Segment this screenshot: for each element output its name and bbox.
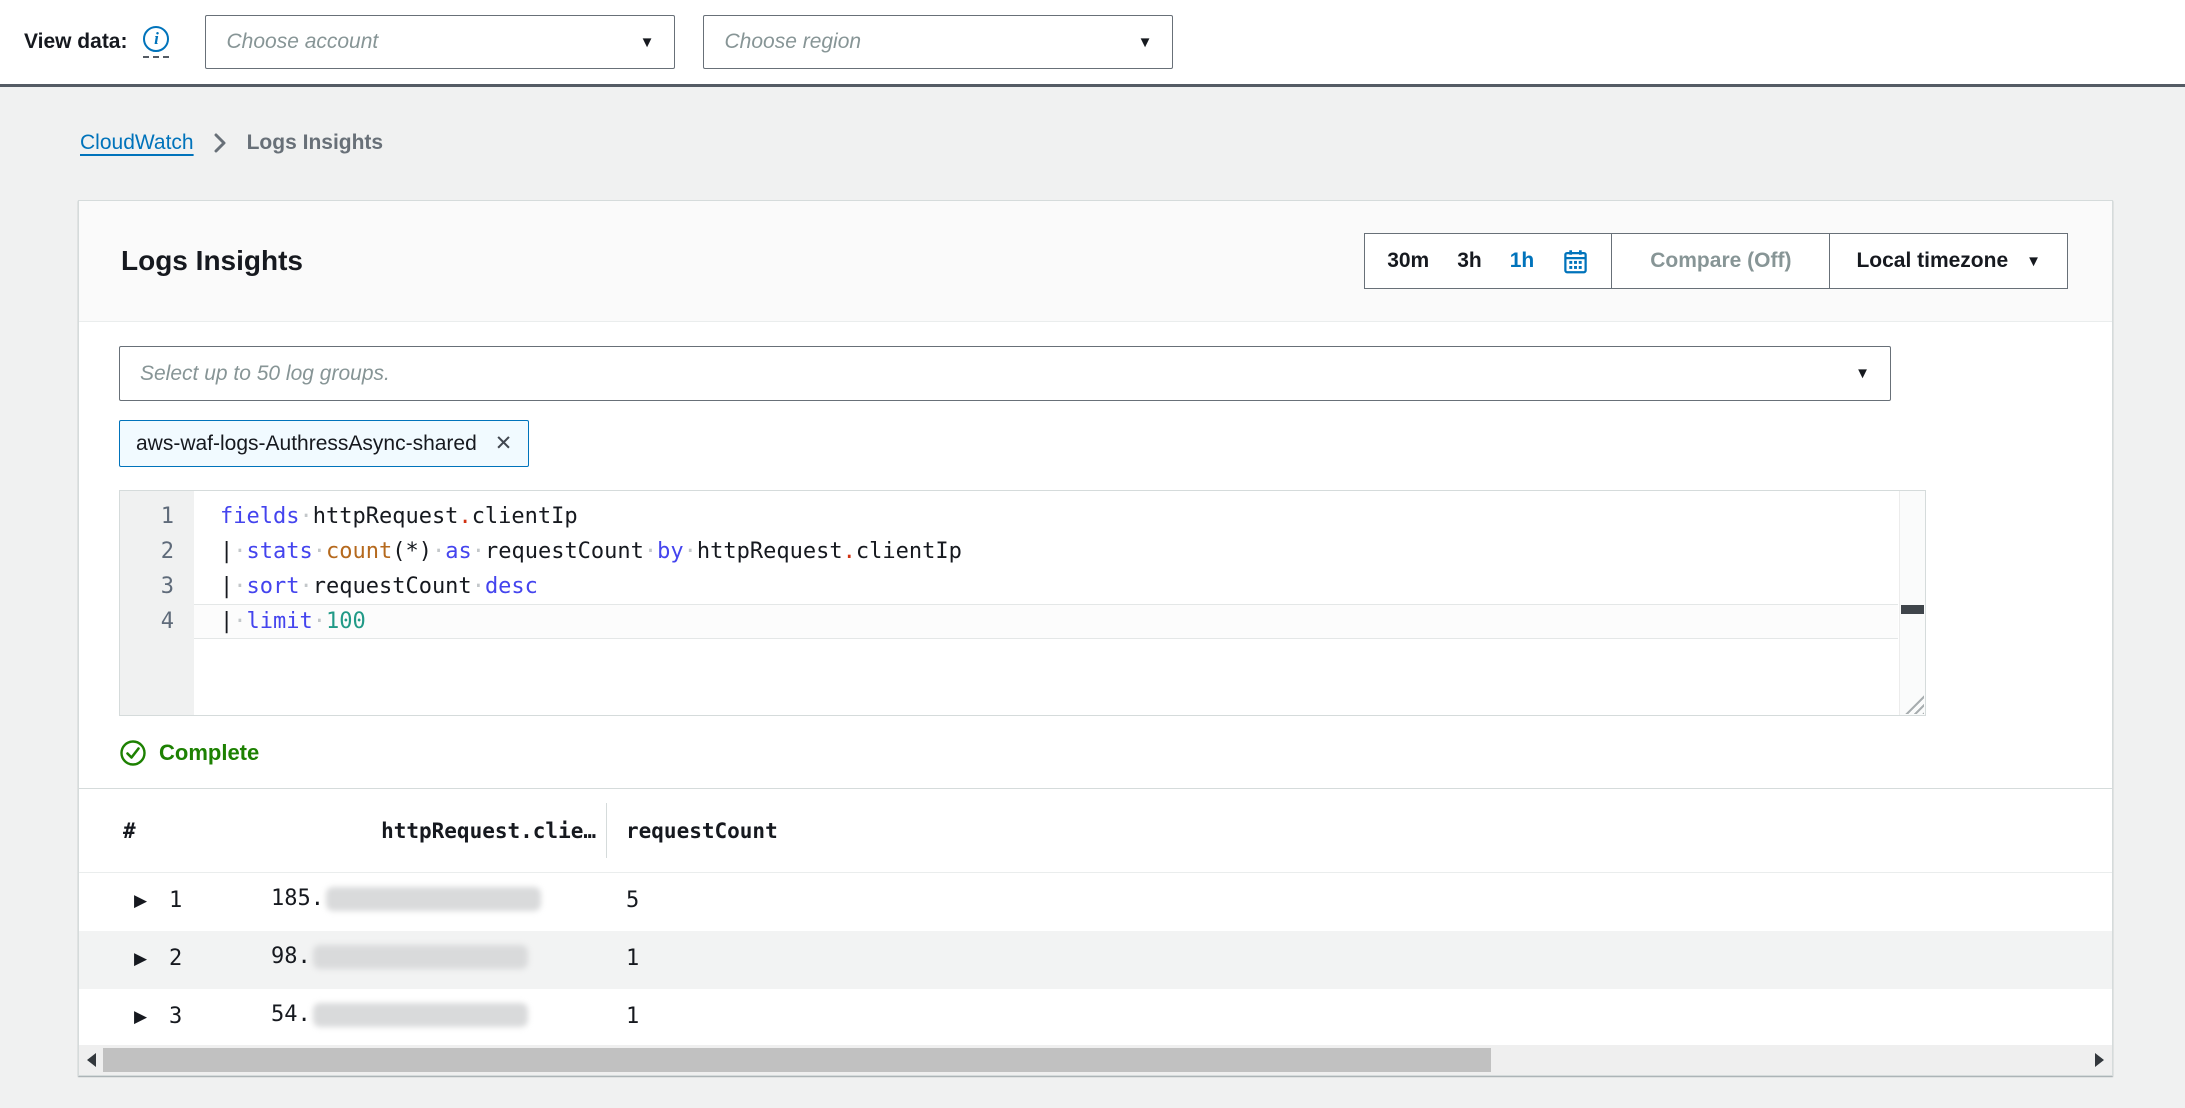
line-number: 3 (120, 569, 194, 604)
page-title: Logs Insights (121, 245, 303, 277)
time-range-3h[interactable]: 3h (1457, 249, 1482, 273)
results-table-header: # httpRequest.clie… requestCount (79, 788, 2112, 873)
scroll-left-arrow[interactable] (87, 1053, 96, 1067)
choose-account-placeholder: Choose account (226, 30, 378, 54)
query-line: |·limit·100 (194, 604, 1898, 639)
request-count-cell: 1 (626, 1004, 639, 1029)
editor-code-area[interactable]: fields·httpRequest.clientIp|·stats·count… (194, 499, 1898, 639)
results-table-body: ▶ 1 185. 5 ▶ 2 98. 1 ▶ 3 54. 1 (79, 873, 2112, 1047)
line-number: 1 (120, 499, 194, 534)
panel-header: Logs Insights 30m 3h 1h Compare (Off) (79, 201, 2112, 322)
editor-scrollbar-thumb[interactable] (1901, 605, 1924, 614)
result-row[interactable]: ▶ 3 54. 1 (79, 989, 2112, 1047)
query-line: |·stats·count(*)·as·requestCount·by·http… (194, 534, 1898, 569)
calendar-icon[interactable] (1562, 248, 1589, 275)
time-range-1h[interactable]: 1h (1510, 249, 1535, 273)
request-count-cell: 1 (626, 946, 639, 971)
client-ip-cell: 98. (271, 944, 528, 969)
column-divider[interactable] (606, 803, 607, 858)
column-header-index: # (123, 819, 136, 843)
editor-vertical-scrollbar (1899, 491, 1925, 715)
result-row[interactable]: ▶ 1 185. 5 (79, 873, 2112, 931)
timezone-dropdown[interactable]: Local timezone ▼ (1829, 233, 2068, 289)
query-line: |·sort·requestCount·desc (194, 569, 1898, 604)
close-icon[interactable]: ✕ (495, 433, 513, 454)
time-range-presets: 30m 3h 1h (1387, 249, 1534, 273)
line-number: 2 (120, 534, 194, 569)
time-range-group: 30m 3h 1h (1364, 233, 1612, 289)
logs-insights-panel: Logs Insights 30m 3h 1h Compare (Off) (78, 200, 2113, 1076)
redacted-ip (326, 887, 541, 911)
expand-row-icon[interactable]: ▶ (134, 1007, 147, 1027)
log-group-placeholder: Select up to 50 log groups. (140, 362, 390, 386)
editor-gutter: 1234 (120, 491, 194, 715)
row-index: 3 (169, 1004, 182, 1029)
caret-down-icon: ▼ (1138, 34, 1153, 51)
line-number: 4 (120, 604, 194, 639)
client-ip-prefix: 185. (271, 886, 324, 911)
view-data-bar: View data: i Choose account ▼ Choose reg… (0, 0, 2185, 87)
client-ip-cell: 185. (271, 886, 541, 911)
client-ip-cell: 54. (271, 1002, 528, 1027)
choose-region-dropdown[interactable]: Choose region ▼ (703, 15, 1173, 69)
redacted-ip (313, 945, 528, 969)
log-group-token: aws-waf-logs-AuthressAsync-shared ✕ (119, 420, 529, 467)
compare-button[interactable]: Compare (Off) (1611, 233, 1830, 289)
expand-row-icon[interactable]: ▶ (134, 891, 147, 911)
breadcrumb-current-page: Logs Insights (247, 131, 384, 155)
info-icon[interactable]: i (143, 26, 169, 52)
column-header-request-count: requestCount (626, 819, 778, 843)
query-line: fields·httpRequest.clientIp (194, 499, 1898, 534)
choose-region-placeholder: Choose region (724, 30, 861, 54)
client-ip-prefix: 98. (271, 944, 311, 969)
breadcrumb-cloudwatch-link[interactable]: CloudWatch (80, 131, 194, 155)
client-ip-prefix: 54. (271, 1002, 311, 1027)
row-index: 2 (169, 946, 182, 971)
query-status: Complete (119, 739, 259, 767)
breadcrumb: CloudWatch Logs Insights (80, 131, 383, 155)
request-count-cell: 5 (626, 888, 639, 913)
info-tooltip-trigger[interactable]: i (143, 26, 169, 58)
log-group-token-label: aws-waf-logs-AuthressAsync-shared (136, 432, 477, 456)
time-range-30m[interactable]: 30m (1387, 249, 1429, 273)
time-controls: 30m 3h 1h Compare (Off) Local timezone (1364, 233, 2068, 289)
redacted-ip (313, 1003, 528, 1027)
scroll-right-arrow[interactable] (2095, 1053, 2104, 1067)
chevron-right-icon (214, 133, 227, 153)
timezone-label: Local timezone (1856, 249, 2008, 273)
caret-down-icon: ▼ (1855, 365, 1870, 382)
log-group-select[interactable]: Select up to 50 log groups. ▼ (119, 346, 1891, 401)
row-index: 1 (169, 888, 182, 913)
caret-down-icon: ▼ (640, 34, 655, 51)
status-label: Complete (159, 740, 259, 766)
caret-down-icon: ▼ (2026, 253, 2041, 270)
expand-row-icon[interactable]: ▶ (134, 949, 147, 969)
choose-account-dropdown[interactable]: Choose account ▼ (205, 15, 675, 69)
result-row[interactable]: ▶ 2 98. 1 (79, 931, 2112, 989)
horizontal-scrollbar-thumb[interactable] (103, 1048, 1491, 1072)
horizontal-scrollbar (79, 1045, 2112, 1075)
column-header-client-ip: httpRequest.clie… (271, 819, 596, 843)
check-circle-icon (119, 739, 147, 767)
query-editor[interactable]: 1234 fields·httpRequest.clientIp|·stats·… (119, 490, 1926, 716)
view-data-label: View data: (24, 30, 127, 54)
